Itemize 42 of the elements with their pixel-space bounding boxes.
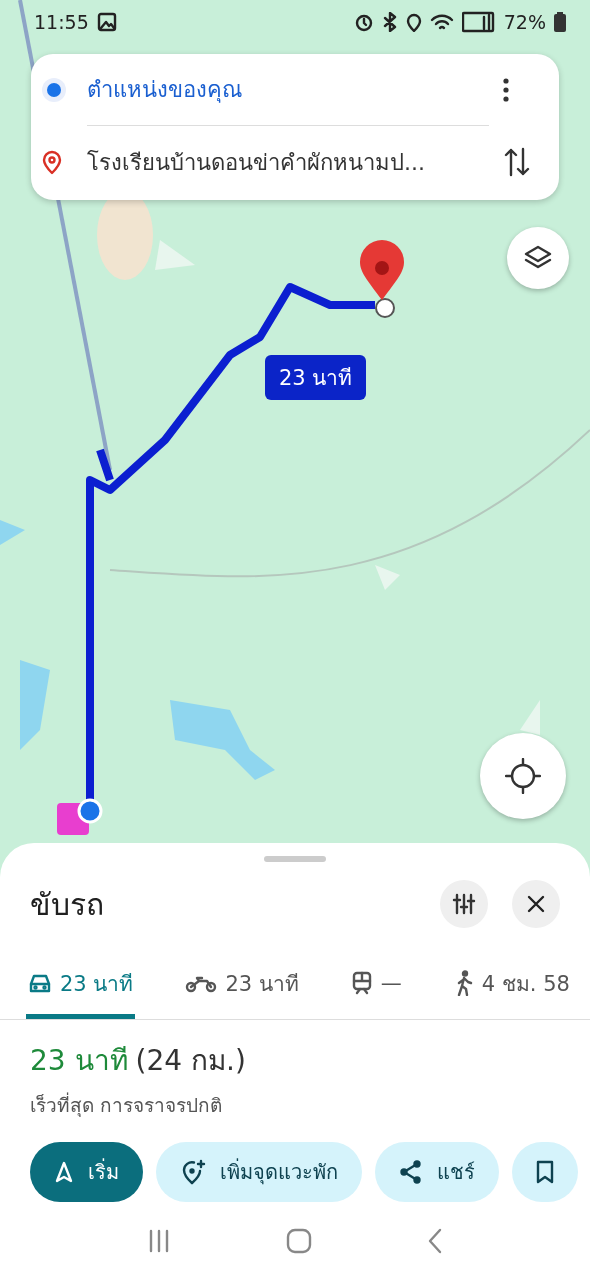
add-stop-button[interactable]: เพิ่มจุดแวะพัก <box>156 1142 362 1202</box>
layers-icon <box>524 245 552 271</box>
start-button[interactable]: เริ่ม <box>30 1142 143 1202</box>
add-pin-icon <box>180 1159 206 1185</box>
origin-dot-icon <box>41 77 67 103</box>
battery-icon <box>554 12 566 32</box>
route-time-badge: 23 นาที <box>265 355 367 400</box>
options-button[interactable] <box>440 880 488 928</box>
home-icon <box>286 1228 312 1254</box>
route-distance: (24 กม.) <box>135 1043 246 1079</box>
travel-mode-tab[interactable]: 23 นาที <box>26 952 136 1019</box>
origin-field[interactable]: ตำแหน่งของคุณ <box>87 54 489 126</box>
car-icon <box>28 972 52 994</box>
swap-icon <box>503 147 531 177</box>
wifi-icon <box>429 12 454 32</box>
status-time: 11:55 <box>34 11 89 33</box>
bookmark-icon <box>536 1160 554 1184</box>
travel-mode-tab[interactable]: 4 ชม. 58 <box>451 952 572 1019</box>
battery-percent: 72% <box>503 11 546 33</box>
drag-handle[interactable] <box>264 856 326 862</box>
destination-field[interactable]: โรงเรียนบ้านดอนข่าคำผักหนามป... <box>87 144 503 180</box>
save-button[interactable] <box>512 1142 578 1202</box>
route-note: เร็วที่สุด การจราจรปกติ <box>29 1091 224 1119</box>
location-icon <box>405 12 422 32</box>
alarm-icon <box>353 12 374 32</box>
image-icon <box>96 12 117 32</box>
share-icon <box>399 1160 423 1184</box>
route-duration: 23 นาที <box>30 1043 128 1079</box>
pin-icon <box>41 149 63 175</box>
travel-mode-tab[interactable]: 23 นาที <box>183 952 301 1019</box>
sliders-icon <box>452 892 476 916</box>
navigation-arrow-icon <box>54 1161 74 1183</box>
close-icon <box>526 894 546 914</box>
close-button[interactable] <box>512 880 560 928</box>
travel-mode-tab[interactable]: — <box>348 952 404 1019</box>
sheet-title: ขับรถ <box>30 885 105 924</box>
crosshair-icon <box>505 758 541 794</box>
bluetooth-icon <box>381 12 398 32</box>
more-icon[interactable] <box>503 78 509 102</box>
back-icon <box>426 1228 443 1254</box>
share-button[interactable]: แชร์ <box>375 1142 499 1202</box>
train-icon <box>350 971 373 995</box>
